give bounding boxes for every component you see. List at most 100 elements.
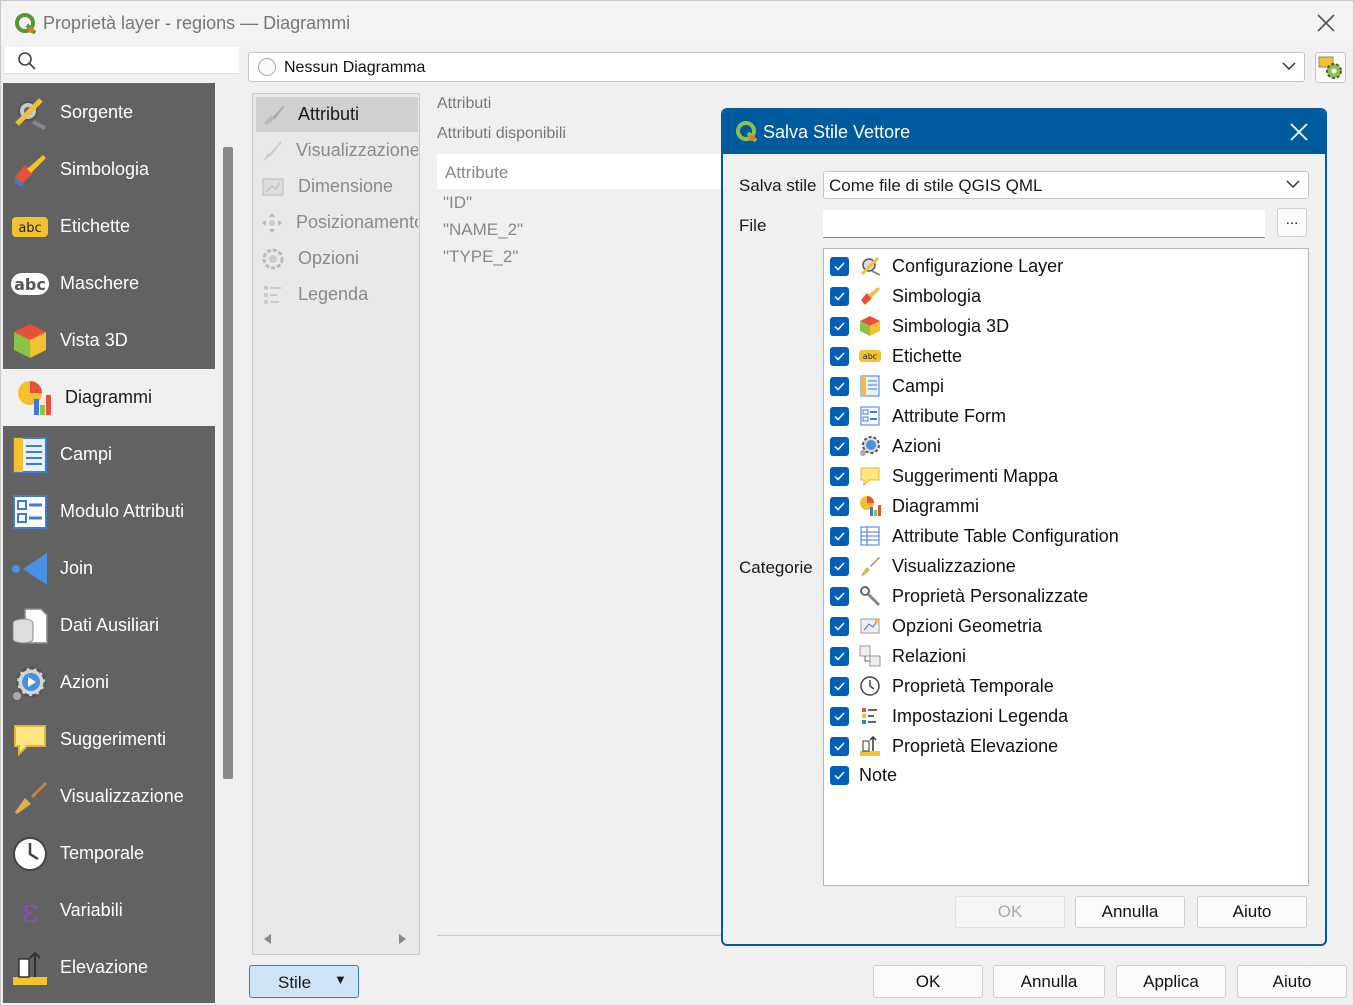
- category-proprieta-personalizzate[interactable]: Proprietà Personalizzate: [830, 581, 1088, 611]
- apply-button[interactable]: Applica: [1116, 965, 1226, 998]
- checkbox[interactable]: [830, 586, 849, 606]
- checkbox[interactable]: [830, 256, 849, 276]
- checkbox[interactable]: [830, 556, 849, 576]
- relations-icon: [859, 645, 881, 667]
- dialog-help-button[interactable]: Aiuto: [1197, 896, 1307, 928]
- category-relazioni[interactable]: Relazioni: [830, 641, 966, 671]
- category-proprieta-temporale[interactable]: Proprietà Temporale: [830, 671, 1054, 701]
- close-icon[interactable]: [1289, 122, 1309, 142]
- search-icon: [18, 52, 36, 70]
- attribute-form-icon: [10, 492, 50, 532]
- tab-dimensione[interactable]: Dimensione: [256, 169, 418, 204]
- checkbox[interactable]: [830, 526, 849, 546]
- sidebar-item-etichette[interactable]: abc Etichette: [3, 198, 215, 255]
- tooltip-bubble-icon: [10, 720, 50, 760]
- category-campi[interactable]: Campi: [830, 371, 944, 401]
- category-opzioni-geometria[interactable]: Opzioni Geometria: [830, 611, 1042, 641]
- save-style-dialog: Salva Stile Vettore Salva stile Come fil…: [721, 108, 1327, 946]
- checkbox[interactable]: [830, 765, 849, 785]
- sidebar-item-modulo-attributi[interactable]: Modulo Attributi: [3, 483, 215, 540]
- sidebar-item-maschere[interactable]: abc Maschere: [3, 255, 215, 312]
- category-etichette[interactable]: abc Etichette: [830, 341, 962, 371]
- sidebar-item-variabili[interactable]: ε Variabili: [3, 882, 215, 939]
- category-diagrammi[interactable]: Diagrammi: [830, 491, 979, 521]
- sidebar-item-sorgente[interactable]: Sorgente: [3, 84, 215, 141]
- checkbox[interactable]: [830, 706, 849, 726]
- checkbox[interactable]: [830, 436, 849, 456]
- sidebar-item-elevazione[interactable]: Elevazione: [3, 939, 215, 996]
- style-menu-button[interactable]: Stile ▼: [249, 965, 359, 998]
- category-proprieta-elevazione[interactable]: Proprietà Elevazione: [830, 731, 1058, 761]
- style-manager-button[interactable]: [1315, 52, 1346, 83]
- tooltip-bubble-icon: [859, 465, 881, 487]
- legend-icon: [260, 282, 286, 308]
- browse-file-button[interactable]: ...: [1277, 208, 1307, 237]
- checkbox[interactable]: [830, 646, 849, 666]
- tab-legenda[interactable]: Legenda: [256, 277, 418, 312]
- save-style-select[interactable]: Come file di stile QGIS QML: [823, 171, 1309, 199]
- checkbox[interactable]: [830, 376, 849, 396]
- checkbox[interactable]: [830, 736, 849, 756]
- tab-attributi[interactable]: Attributi: [256, 97, 418, 132]
- sidebar-item-visualizzazione[interactable]: Visualizzazione: [3, 768, 215, 825]
- search-input[interactable]: [5, 47, 239, 74]
- dropdown-arrow-icon[interactable]: ▼: [334, 972, 347, 987]
- checkbox[interactable]: [830, 676, 849, 696]
- diagram-type-select[interactable]: Nessun Diagramma: [248, 52, 1305, 82]
- category-label: Impostazioni Legenda: [892, 705, 1069, 726]
- attribute-column-header[interactable]: Attribute: [437, 154, 737, 189]
- sidebar-item-simbologia[interactable]: Simbologia: [3, 141, 215, 198]
- actions-gear-icon: [10, 663, 50, 703]
- checkbox[interactable]: [830, 316, 849, 336]
- sidebar-scrollbar[interactable]: [223, 147, 233, 779]
- category-attribute-table-configuration[interactable]: Attribute Table Configuration: [830, 521, 1119, 551]
- category-attribute-form[interactable]: Attribute Form: [830, 401, 1006, 431]
- dialog-cancel-button[interactable]: Annulla: [1075, 896, 1185, 928]
- checkbox[interactable]: [830, 466, 849, 486]
- help-button[interactable]: Aiuto: [1237, 965, 1347, 998]
- file-path-input[interactable]: [823, 210, 1265, 238]
- checkbox[interactable]: [830, 406, 849, 426]
- diagram-type-value: Nessun Diagramma: [284, 59, 426, 76]
- list-item[interactable]: "TYPE_2": [437, 243, 737, 270]
- checkbox[interactable]: [830, 496, 849, 516]
- category-label: Opzioni Geometria: [892, 615, 1043, 636]
- tab-posizionamento[interactable]: Posizionamento: [256, 205, 418, 240]
- category-azioni[interactable]: Azioni: [830, 431, 941, 461]
- category-note[interactable]: Note: [830, 760, 897, 790]
- tab-opzioni[interactable]: Opzioni: [256, 241, 418, 276]
- category-configurazione-layer[interactable]: Configurazione Layer: [830, 251, 1063, 281]
- tab-visualizzazione[interactable]: Visualizzazione: [256, 133, 418, 168]
- sidebar-item-suggerimenti[interactable]: Suggerimenti: [3, 711, 215, 768]
- available-attributes-list[interactable]: Attribute "ID" "NAME_2" "TYPE_2": [437, 154, 737, 934]
- sidebar-item-azioni[interactable]: Azioni: [3, 654, 215, 711]
- sidebar-item-temporale[interactable]: Temporale: [3, 825, 215, 882]
- layer-config-icon: [859, 255, 881, 277]
- close-icon[interactable]: [1315, 12, 1337, 34]
- attribute-form-icon: [859, 405, 881, 427]
- subtabs-horizontal-scrollbar[interactable]: [259, 931, 411, 947]
- svg-text:abc: abc: [18, 221, 41, 236]
- dialog-ok-button[interactable]: OK: [955, 896, 1065, 928]
- sidebar-item-dati-ausiliari[interactable]: Dati Ausiliari: [3, 597, 215, 654]
- category-impostazioni-legenda[interactable]: Impostazioni Legenda: [830, 701, 1068, 731]
- cancel-button[interactable]: Annulla: [993, 965, 1105, 998]
- category-suggerimenti-mappa[interactable]: Suggerimenti Mappa: [830, 461, 1058, 491]
- settings-tools-icon: [10, 93, 50, 133]
- ok-button[interactable]: OK: [873, 965, 983, 998]
- sidebar-item-vista-3d[interactable]: Vista 3D: [3, 312, 215, 369]
- checkbox[interactable]: [830, 286, 849, 306]
- list-item[interactable]: "ID": [437, 189, 737, 216]
- category-simbologia-3d[interactable]: Simbologia 3D: [830, 311, 1009, 341]
- checkbox[interactable]: [830, 616, 849, 636]
- list-item[interactable]: "NAME_2": [437, 216, 737, 243]
- sidebar-item-join[interactable]: Join: [3, 540, 215, 597]
- svg-text:abc: abc: [14, 275, 46, 294]
- sidebar-item-campi[interactable]: Campi: [3, 426, 215, 483]
- actions-gear-icon: [859, 435, 881, 457]
- category-simbologia[interactable]: Simbologia: [830, 281, 981, 311]
- category-label: Relazioni: [892, 645, 967, 666]
- sidebar-item-diagrammi[interactable]: Diagrammi: [3, 369, 215, 426]
- checkbox[interactable]: [830, 346, 849, 366]
- category-visualizzazione[interactable]: Visualizzazione: [830, 551, 1016, 581]
